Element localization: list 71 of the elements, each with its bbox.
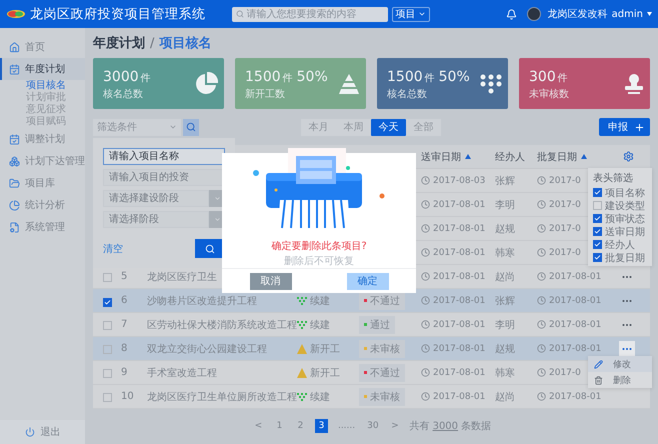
submit-date: 2017-08-01: [417, 248, 486, 258]
approval-date: 2017-08-01: [533, 272, 602, 282]
status-tag: 不通过: [359, 364, 405, 382]
project-name: 手术室改造工程: [146, 366, 217, 380]
dialog-message: 确定要删除此条项目?: [271, 240, 367, 253]
row-number: 9: [120, 367, 128, 378]
approval-date: 2017-0: [533, 368, 581, 378]
handler-name: 赵规: [494, 342, 515, 356]
approval-date: 2017-08-01: [533, 296, 602, 306]
stat-value: 1500: [245, 69, 281, 85]
submit-date: 2017-08-01: [417, 344, 486, 354]
handler-name: 韩寒: [494, 246, 515, 260]
submit-date: 2017-08-01: [417, 320, 486, 330]
row-number: 10: [120, 391, 134, 402]
breadcrumb-separator: /: [150, 36, 154, 50]
submit-date: 2017-08-01: [417, 392, 486, 402]
handler-name: 张辉: [494, 174, 515, 188]
submit-date: 2017-08-03: [417, 176, 486, 186]
handler-name: 赵规: [494, 222, 515, 236]
status-tag: 未审核: [359, 388, 405, 406]
row-number: 8: [120, 343, 128, 354]
stat-percent: 50%: [296, 69, 328, 85]
stat-value: 300: [529, 69, 556, 85]
submit-date: 2017-08-01: [417, 200, 486, 210]
stat-label: 核名总数: [387, 88, 428, 101]
project-name: 沙吻巷片区改造提升工程: [146, 294, 257, 308]
stat-unit: 件: [558, 73, 568, 84]
row-number: 7: [120, 319, 128, 330]
popup-title: 表头筛选: [592, 172, 634, 186]
handler-name: 赵尚: [494, 270, 515, 284]
submit-date: 2017-08-01: [417, 272, 486, 282]
stat-label: 核名总数: [103, 88, 144, 101]
column-header: 经办人: [494, 150, 526, 164]
row-number: 5: [120, 271, 128, 282]
stat-label: 未审核数: [529, 88, 570, 101]
approval-date: 2017-0: [533, 200, 581, 210]
approval-date: 2017-08-01: [533, 320, 602, 330]
handler-name: 李明: [494, 198, 515, 212]
stat-unit: 件: [424, 73, 435, 84]
stat-percent: 50%: [438, 69, 470, 85]
project-name: 双龙立交街心公园建设工程: [146, 342, 267, 356]
app-title: 龙岗区政府投资项目管理系统: [30, 6, 206, 23]
handler-name: 李明: [494, 318, 515, 332]
build-type: 新开工: [293, 366, 340, 380]
stat-label: 新开工数: [245, 88, 286, 101]
row-number: 6: [120, 295, 128, 306]
dialog-hint: 删除后不可恢复: [284, 254, 354, 268]
handler-name: 韩寒: [494, 366, 515, 380]
project-name: 龙岗区医疗卫生: [146, 270, 217, 284]
user-department: 龙岗区发改科: [548, 8, 608, 21]
total-prefix: 共有: [410, 420, 430, 433]
stat-unit: 件: [140, 73, 151, 84]
total-suffix: 条数据: [461, 420, 492, 433]
approval-date: 2017-0: [533, 248, 581, 258]
breadcrumb-current: 项目核名: [159, 35, 212, 52]
stat-value: 3000: [103, 69, 139, 85]
submit-date: 2017-08-01: [417, 224, 486, 234]
stat-unit: 件: [282, 73, 293, 84]
approval-date: 2017-0: [533, 224, 581, 234]
approval-date: 2017-08-01: [533, 344, 602, 354]
stat-value: 1500: [387, 69, 423, 85]
status-tag: 未审核: [359, 340, 405, 358]
submit-date: 2017-08-01: [417, 368, 486, 378]
build-type: 新开工: [293, 342, 340, 356]
approval-date: 2017-08-01: [533, 392, 602, 402]
submit-date: 2017-08-01: [417, 296, 486, 306]
status-tag: 通过: [359, 316, 395, 334]
approval-date: 2017-0: [533, 176, 581, 186]
handler-name: 赵尚: [494, 390, 515, 404]
build-type: 续建: [293, 294, 330, 308]
handler-name: 张辉: [494, 294, 515, 308]
